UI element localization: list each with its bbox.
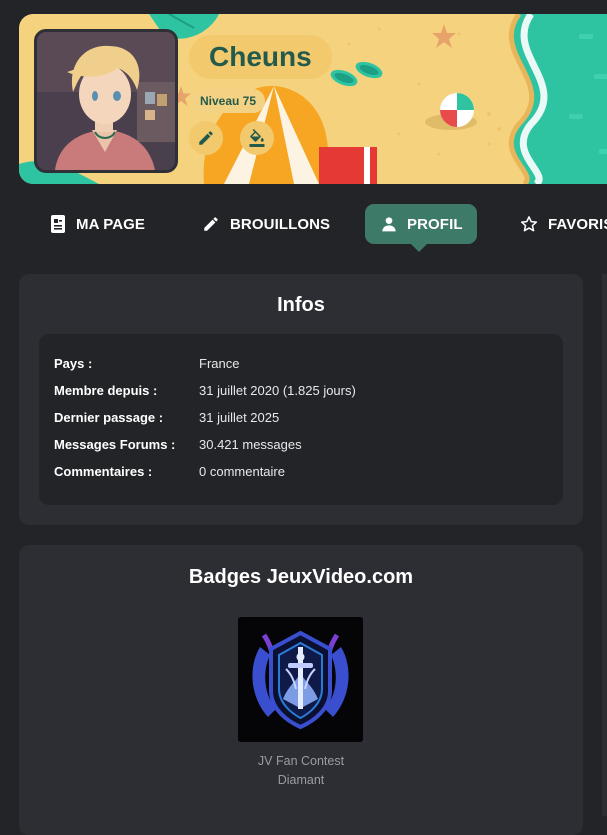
tab-brouillons-label: BROUILLONS [230, 215, 331, 233]
badges-card: Badges JeuxVideo.com JV Fan Contest Diam… [19, 545, 583, 835]
paint-bucket-icon [249, 129, 265, 147]
tab-profil[interactable]: PROFIL [365, 204, 477, 244]
info-value: 0 commentaire [199, 464, 285, 479]
edit-profile-button[interactable] [189, 121, 223, 155]
page-icon [51, 215, 65, 233]
person-icon [382, 217, 396, 232]
pencil-icon [199, 131, 213, 145]
tab-favoris-label: FAVORIS [548, 215, 607, 233]
star-icon [520, 216, 538, 232]
active-tab-indicator [411, 244, 427, 252]
side-panel-edge [602, 274, 607, 816]
info-value: 31 juillet 2025 [199, 410, 280, 425]
info-label: Dernier passage : [54, 410, 164, 425]
profile-banner: Cheuns Niveau 75 [19, 14, 607, 184]
infos-list: Pays : France Membre depuis : 31 juillet… [39, 334, 563, 505]
info-value: 31 juillet 2020 (1.825 jours) [199, 383, 356, 398]
infos-title: Infos [277, 294, 325, 316]
profile-tabs: MA PAGE BROUILLONS PROFIL FAVORIS [0, 204, 607, 244]
badge-jv-fan-contest-diamant[interactable] [238, 617, 363, 742]
info-value: 30.421 messages [199, 437, 302, 452]
tab-ma-page[interactable]: MA PAGE [50, 204, 145, 244]
info-label: Messages Forums : [54, 437, 176, 452]
info-value: France [199, 356, 240, 371]
level-badge: Niveau 75 [191, 89, 266, 113]
tab-ma-page-label: MA PAGE [76, 215, 146, 233]
tab-brouillons[interactable]: BROUILLONS [202, 204, 330, 244]
badges-title: Badges JeuxVideo.com [188, 566, 414, 588]
info-label: Pays : [54, 356, 93, 371]
avatar-image [37, 32, 175, 170]
pencil-icon [204, 217, 218, 231]
badge-emblem-icon [238, 617, 363, 742]
customize-theme-button[interactable] [240, 121, 274, 155]
tab-profil-label: PROFIL [407, 215, 463, 233]
username: Cheuns [189, 35, 332, 79]
tab-favoris[interactable]: FAVORIS [520, 204, 607, 244]
badge-name-line1: JV Fan Contest [257, 754, 345, 768]
info-label: Commentaires : [54, 464, 153, 479]
info-label: Membre depuis : [54, 383, 158, 398]
infos-card: Infos Pays : France Membre depuis : 31 j… [19, 274, 583, 525]
badge-name-line2: Diamant [277, 773, 325, 787]
avatar[interactable] [34, 29, 178, 173]
